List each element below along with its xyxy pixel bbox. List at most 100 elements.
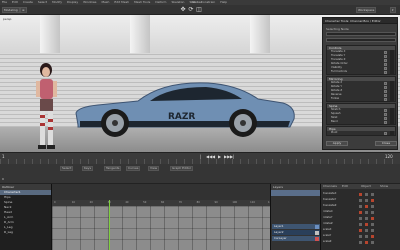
channel-row[interactable]: translateY [323, 198, 399, 202]
attribute-checkbox[interactable] [384, 70, 387, 74]
node-name-field[interactable] [326, 32, 396, 36]
move-icon[interactable]: ✥ [180, 7, 186, 13]
workspace-dropdown-icon[interactable]: ▾ [390, 7, 396, 13]
attribute-row[interactable]: Follow [327, 97, 395, 101]
channel-key-toggle[interactable] [371, 198, 374, 202]
channel-key-toggle[interactable] [365, 222, 368, 226]
channel-key-toggle[interactable] [359, 216, 362, 220]
channel-row[interactable]: scaleX [323, 228, 399, 232]
layer-color-swatch[interactable] [315, 224, 319, 229]
channel-key-toggle[interactable] [359, 210, 362, 214]
layer-color-swatch[interactable] [315, 230, 319, 235]
graph-menu-item[interactable]: Tangents [104, 166, 122, 171]
attribute-row-label: Pivot [331, 131, 338, 134]
group-scrollbar[interactable] [390, 50, 394, 74]
channel-row[interactable]: rotateX [323, 210, 399, 214]
rotate-icon[interactable]: ⟳ [188, 7, 194, 13]
channel-key-toggle[interactable] [371, 228, 374, 232]
attribute-row[interactable]: Bend [327, 120, 395, 124]
group-scrollbar[interactable] [390, 131, 394, 135]
channel-key-toggle[interactable] [359, 240, 362, 244]
channel-key-toggle[interactable] [371, 210, 374, 214]
ruler-tick-label: 50 [143, 201, 147, 204]
current-frame-indicator[interactable] [108, 200, 110, 250]
time-slider[interactable]: 1 |◀◀◀◀▶▶▶▶| 120 [0, 152, 400, 165]
layer-tabs[interactable] [271, 190, 321, 196]
node-filter-field[interactable] [326, 38, 396, 42]
attribute-row-label: Rotate X [331, 81, 343, 84]
graph-menu-item[interactable]: Curves [126, 166, 141, 171]
channel-tab[interactable]: Channels [321, 184, 339, 189]
attribute-group: Spine Stretch Squash Twist Bend [326, 103, 396, 125]
channel-name: rotateY [323, 216, 333, 219]
channel-name: translateY [323, 198, 337, 201]
graph-menu-item[interactable]: Select [60, 166, 74, 171]
apply-button[interactable]: Apply [326, 141, 348, 146]
close-button[interactable]: Close [375, 141, 397, 146]
attribute-row[interactable]: Pivot [327, 131, 395, 135]
channel-key-toggle[interactable] [365, 192, 368, 196]
attribute-row-label: Translate Z [331, 58, 346, 61]
layout-menu-button[interactable]: ≡ [20, 7, 27, 13]
outliner-item[interactable]: R_Leg [0, 230, 51, 235]
attribute-checkbox[interactable] [384, 97, 387, 101]
group-scrollbar[interactable] [390, 81, 394, 101]
group-scrollbar[interactable] [390, 108, 394, 124]
layer-row[interactable]: CarLayer [272, 236, 320, 241]
workspace-selector[interactable]: Workspace [356, 7, 377, 13]
channel-key-toggle[interactable] [365, 228, 368, 232]
attribute-group: Hips Pivot [326, 126, 396, 136]
channel-row[interactable]: translateX [323, 192, 399, 196]
channel-key-toggle[interactable] [365, 204, 368, 208]
channel-key-toggle[interactable] [359, 234, 362, 238]
channel-key-toggle[interactable] [371, 240, 374, 244]
channel-key-toggle[interactable] [371, 204, 374, 208]
channel-key-toggle[interactable] [365, 234, 368, 238]
ruler-tick-label: 10 [71, 201, 76, 204]
channel-key-toggle[interactable] [371, 216, 374, 220]
channel-key-toggle[interactable] [371, 234, 374, 238]
channel-row[interactable]: rotateZ [323, 222, 399, 226]
attribute-checkbox[interactable] [384, 131, 387, 135]
channel-name: translateZ [323, 204, 337, 207]
ruler-tick-label: 40 [125, 201, 129, 204]
channel-key-toggle[interactable] [359, 222, 362, 226]
scale-icon[interactable]: ◫ [196, 7, 202, 13]
channel-key-toggle[interactable] [365, 216, 368, 220]
layer-name: Layer1 [274, 224, 284, 228]
ruler-tick-label: 70 [178, 201, 183, 204]
channel-tab[interactable]: Edit [340, 184, 350, 189]
channel-key-toggle[interactable] [359, 198, 362, 202]
channel-key-toggle[interactable] [359, 192, 362, 196]
attribute-row-label: Rotate Y [331, 85, 342, 88]
channel-key-toggle[interactable] [365, 198, 368, 202]
workspace-menu-button[interactable]: Modeling [2, 7, 20, 13]
channel-name: rotateX [323, 210, 333, 213]
channel-row[interactable]: scaleZ [323, 240, 399, 244]
panel-subtitle: Selecting Node [326, 27, 349, 31]
graph-menu-item[interactable]: Graph Editor [170, 166, 194, 171]
graph-curve-area[interactable] [52, 206, 270, 250]
channel-key-toggle[interactable] [359, 228, 362, 232]
attribute-row-label: Rotate Order [331, 62, 348, 65]
layer-row[interactable]: Layer1 [272, 224, 320, 229]
attribute-row[interactable]: Full Controls [327, 70, 395, 74]
channel-row[interactable]: rotateY [323, 216, 399, 220]
attribute-checkbox[interactable] [384, 120, 387, 124]
layer-row[interactable]: Layer2 [272, 230, 320, 235]
car-model[interactable]: RAZR [68, 77, 298, 139]
channel-key-toggle[interactable] [365, 210, 368, 214]
channel-tab[interactable]: Show [378, 184, 390, 189]
channel-tab[interactable]: Object [359, 184, 373, 189]
channel-key-toggle[interactable] [371, 222, 374, 226]
graph-menu-item[interactable]: View [148, 166, 160, 171]
character-model[interactable] [30, 61, 62, 151]
channel-key-toggle[interactable] [371, 192, 374, 196]
channel-key-toggle[interactable] [365, 240, 368, 244]
channel-row[interactable]: translateZ [323, 204, 399, 208]
graph-menu-item[interactable]: Keys [82, 166, 94, 171]
channel-row[interactable]: scaleY [323, 234, 399, 238]
channel-box-header: Channels Edit Object Show [321, 184, 400, 189]
layer-color-swatch[interactable] [315, 236, 319, 241]
channel-key-toggle[interactable] [359, 204, 362, 208]
